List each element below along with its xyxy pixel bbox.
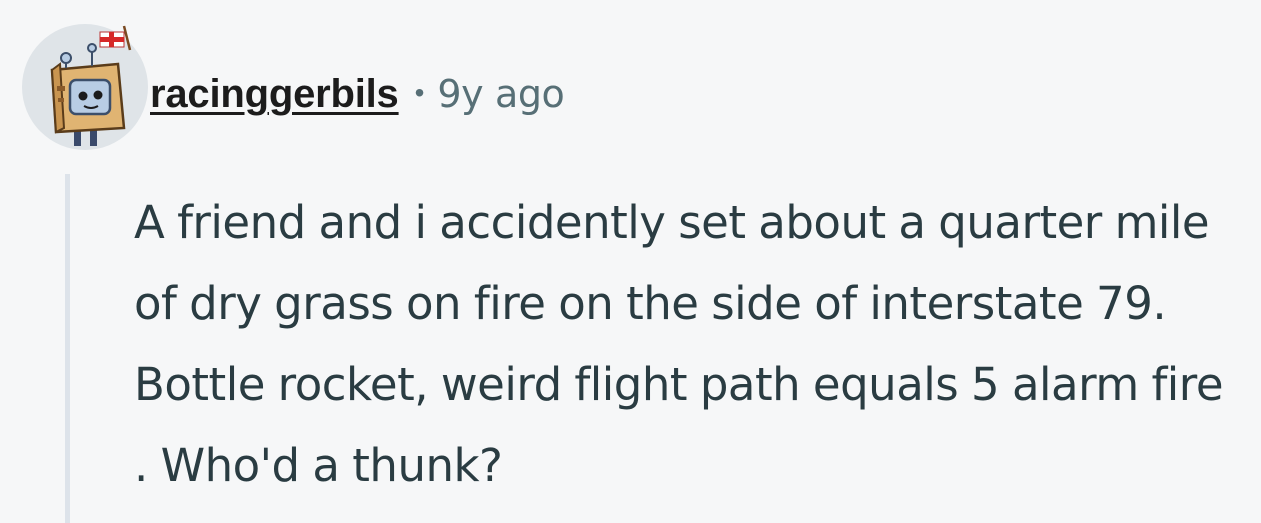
comment: racinggerbils • 9y ago A friend and i ac… — [0, 0, 1261, 523]
comment-body: A friend and i accidently set about a qu… — [134, 196, 1224, 492]
thread-line[interactable] — [65, 174, 70, 523]
separator-dot: • — [414, 77, 425, 108]
comment-header: racinggerbils • 9y ago — [150, 66, 565, 122]
username-link[interactable]: racinggerbils — [150, 72, 399, 117]
england-flag-icon — [99, 25, 132, 51]
avatar[interactable] — [22, 24, 148, 150]
timestamp[interactable]: 9y ago — [437, 72, 564, 116]
